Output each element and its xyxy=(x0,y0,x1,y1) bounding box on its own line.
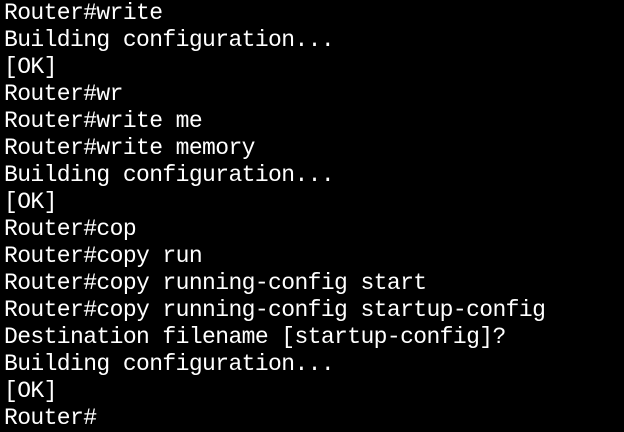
terminal-line: Router#write xyxy=(4,0,163,26)
terminal-line: Building configuration... xyxy=(4,27,335,53)
terminal-line: [OK] xyxy=(4,54,57,80)
terminal-line: Router#write me xyxy=(4,108,203,134)
terminal-line: Router#wr xyxy=(4,81,123,107)
terminal-line: Router#copy run xyxy=(4,243,203,269)
terminal-line: Building configuration... xyxy=(4,162,335,188)
terminal-window[interactable]: Router#write Building configuration... [… xyxy=(0,0,624,431)
terminal-line: [OK] xyxy=(4,378,57,404)
prompt-text: Router# xyxy=(4,405,97,431)
terminal-line: Router#copy running-config startup-confi… xyxy=(4,297,546,323)
terminal-line: Destination filename [startup-config]? xyxy=(4,324,506,350)
terminal-line: Router#copy running-config start xyxy=(4,270,427,296)
terminal-line: Building configuration... xyxy=(4,351,335,377)
terminal-line: Router#cop xyxy=(4,216,137,242)
terminal-line: [OK] xyxy=(4,189,57,215)
terminal-line: Router#write memory xyxy=(4,135,255,161)
